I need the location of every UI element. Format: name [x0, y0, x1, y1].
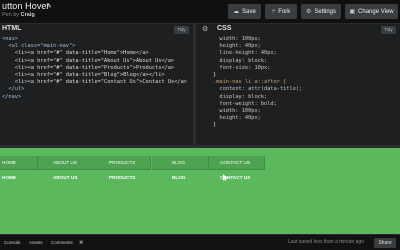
settings-button[interactable]: ⚙ Settings: [301, 4, 341, 19]
nav-title-products: PRODUCTS: [109, 175, 136, 180]
console-tab[interactable]: Console: [1, 238, 24, 247]
settings-label: Settings: [314, 8, 337, 15]
editor-area: HTML Tidy ⚙ CSS Tidy <nav> <ul class="ma…: [0, 24, 400, 148]
html-tidy-button[interactable]: Tidy: [174, 26, 189, 34]
nav-row-default: HOME ABOUT US PRODUCTS BLOG CONTACT US: [0, 156, 400, 170]
code-line: </nav>: [2, 93, 22, 100]
layout-icon: ▣: [349, 9, 356, 15]
html-code-editor[interactable]: <nav> <ul class="main-nav"> <li><a href=…: [2, 36, 187, 101]
code-line: display: block;: [213, 57, 268, 64]
byline-prefix: Pen by: [2, 12, 20, 18]
code-line: }: [213, 122, 217, 129]
html-pane-header: HTML Tidy: [0, 24, 193, 36]
nav-link-products[interactable]: PRODUCTS: [94, 156, 151, 170]
code-line: .main-nav li a::after {: [213, 79, 287, 86]
nav-title-contact: CONTACT US: [220, 175, 251, 180]
code-line: <li><a href="#" data-title="About Us">Ab…: [2, 57, 175, 64]
code-line: <ul class="main-nav">: [2, 43, 76, 50]
nav-row-hover-titles: HOME ABOUT US PRODUCTS BLOG CONTACT US: [0, 171, 400, 185]
code-line: width: 100px;: [213, 108, 261, 115]
change-view-label: Change View: [358, 8, 394, 15]
css-pane-header: ⚙ CSS Tidy: [199, 24, 400, 36]
code-line: }: [213, 72, 217, 79]
css-settings-gear-icon[interactable]: ⚙: [202, 25, 208, 33]
code-line: width: 100px;: [213, 36, 261, 42]
fork-button[interactable]: ⑂ Fork: [265, 4, 297, 19]
code-line: <li><a href="#" data-title="Home">Home</…: [2, 50, 149, 57]
code-line: <nav>: [2, 36, 18, 42]
status-bar: Console Assets Comments ⌘ Last saved les…: [0, 234, 400, 250]
nav-link-blog[interactable]: BLOG: [152, 156, 209, 170]
cloud-icon: ☁: [233, 9, 240, 15]
nav-link-home[interactable]: HOME: [0, 156, 38, 170]
share-button[interactable]: Share: [374, 238, 396, 248]
save-label: Save: [242, 8, 256, 15]
code-line: </ul>: [2, 86, 25, 93]
change-view-button[interactable]: ▣ Change View: [345, 4, 398, 19]
keyboard-shortcuts-tab[interactable]: ⌘: [76, 238, 87, 247]
fork-label: Fork: [278, 8, 291, 15]
author-name[interactable]: Craig: [21, 12, 35, 18]
comments-tab[interactable]: Comments: [48, 238, 76, 247]
nav-title-blog: BLOG: [172, 175, 186, 180]
css-pane-title: CSS: [217, 25, 232, 32]
css-tidy-button[interactable]: Tidy: [381, 26, 396, 34]
code-line: font-weight: bold;: [213, 100, 277, 107]
html-pane-title: HTML: [2, 25, 22, 32]
byline: Pen by Craig: [2, 12, 35, 18]
last-saved-status: Last saved less than a minute ago: [288, 239, 364, 245]
code-line: <li><a href="#" data-title="Products">Pr…: [2, 64, 175, 71]
top-bar: utton Hover ✎ Pen by Craig ☁ Save ⑂ Fork…: [0, 0, 400, 24]
code-line: <li><a href="#" data-title="Contact Us">…: [2, 79, 187, 86]
result-preview: HOME ABOUT US PRODUCTS BLOG CONTACT US H…: [0, 148, 400, 234]
code-line: font-size: 10px;: [213, 64, 271, 71]
code-line: content: attr(data-title);: [213, 86, 303, 93]
assets-tab[interactable]: Assets: [26, 238, 46, 247]
code-line: line-height: 40px;: [213, 50, 277, 57]
nav-link-contact[interactable]: CONTACT US: [209, 156, 265, 170]
css-code-editor[interactable]: width: 100px; height: 40px; line-height:…: [213, 36, 302, 130]
nav-title-about: ABOUT US: [53, 175, 78, 180]
nav-title-home: HOME: [2, 175, 17, 180]
code-line: display: block;: [213, 93, 268, 100]
pen-title[interactable]: utton Hover: [2, 1, 50, 11]
code-line: height: 40px;: [213, 115, 261, 122]
fork-icon: ⑂: [271, 8, 276, 15]
code-line: height: 40px;: [213, 43, 261, 50]
edit-pencil-icon[interactable]: ✎: [46, 2, 52, 10]
code-line: <li><a href="#" data-title="Blog">Blog</…: [2, 72, 165, 79]
gear-icon: ⚙: [305, 9, 312, 15]
save-button[interactable]: ☁ Save: [228, 4, 261, 19]
